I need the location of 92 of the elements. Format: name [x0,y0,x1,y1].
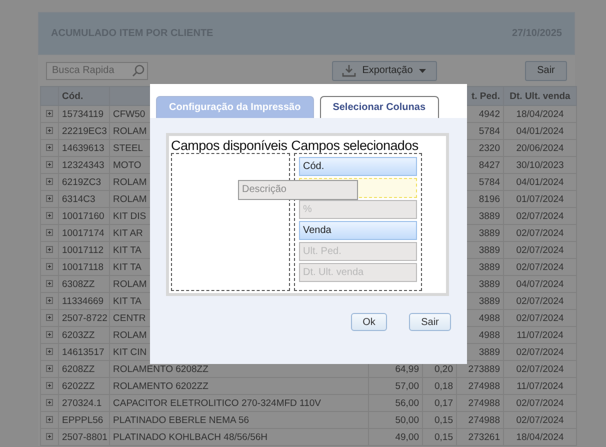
expand-icon[interactable] [46,126,53,134]
table-cell: 10017112 [58,242,110,258]
table-cell: ROLAMENTO 6202ZZ [110,378,368,394]
download-icon [342,64,356,77]
table-cell: 2507-8801 [58,428,110,446]
ok-button[interactable]: Ok [351,313,387,331]
table-cell: 274988 [456,394,504,412]
table-cell: 02/07/2024 [504,412,576,428]
expand-icon[interactable] [46,364,53,372]
table-cell: 57,00 [368,378,422,394]
table-cell: 270324.1 [58,394,110,412]
tab[interactable]: Configuração da Impressão [156,96,314,118]
table-cell: 01/07/2024 [504,190,576,208]
tab[interactable]: Selecionar Colunas [320,96,439,118]
table-cell: 10017160 [58,208,110,224]
expand-icon[interactable] [46,246,53,252]
table-cell: 0,17 [422,394,456,412]
dragged-field[interactable]: Descrição [238,180,358,200]
table-cell: 274988 [456,412,504,428]
table-cell: 02/07/2024 [504,224,576,242]
table-cell: 04/07/2024 [504,276,576,292]
table-cell: 2507-8722 [58,310,110,326]
expand-icon[interactable] [46,212,53,218]
caret-icon [418,68,426,72]
table-cell: 273261 [456,428,504,446]
table-cell: 04/01/2024 [504,174,576,190]
expand-icon[interactable] [46,178,53,184]
table-cell: 6203ZZ [58,326,110,344]
table-cell: 6208ZZ [58,360,110,378]
table-cell: 20/06/2024 [504,140,576,156]
table-cell: 12324343 [58,156,110,174]
expand-icon[interactable] [46,382,53,388]
table-cell: 02/07/2024 [504,258,576,276]
expand-icon[interactable] [46,330,53,338]
table-cell: 22219EC3 [58,122,110,140]
table-cell: 02/07/2024 [504,208,576,224]
table-cell: 02/07/2024 [504,310,576,326]
column-header[interactable]: Cód. [58,86,110,106]
table-cell: 0,18 [422,378,456,394]
expand-icon[interactable] [46,348,53,354]
table-cell: 02/07/2024 [504,292,576,310]
expand-icon[interactable] [46,228,53,236]
field-item[interactable]: Venda [299,221,417,240]
table-cell: 15734119 [58,106,110,122]
table-cell: 02/07/2024 [504,360,576,378]
table-cell: 0,15 [422,428,456,446]
table-cell: 6308ZZ [58,276,110,292]
table-cell: CAPACITOR ELETROLITICO 270-324MFD 110V [110,394,368,412]
table-cell: 18/04/2024 [504,428,576,446]
table-cell: PLATINADO EBERLE NEMA 56 [110,412,368,428]
table-cell: 02/07/2024 [504,344,576,360]
table-cell: 11/07/2024 [504,326,576,344]
table-cell: 18/04/2024 [504,106,576,122]
expand-icon[interactable] [46,160,53,168]
table-cell: 02/07/2024 [504,394,576,412]
export-button[interactable]: Exportação [332,60,436,80]
table-cell: 6314C3 [58,190,110,208]
table-cell: 04/01/2024 [504,122,576,140]
table-cell: 14613517 [58,344,110,360]
expand-icon[interactable] [46,432,53,440]
expand-icon[interactable] [46,194,53,202]
table-cell: 14639613 [58,140,110,156]
column-header[interactable]: Dt. Ult. venda [504,86,576,106]
table-cell: 56,00 [368,394,422,412]
table-cell: 11334669 [58,292,110,310]
table-cell: 11/07/2024 [504,378,576,394]
available-fields-title: Campos disponíveis [171,138,288,153]
table-cell: 0,15 [422,412,456,428]
table-cell: 10017118 [58,258,110,276]
table-cell: 49,00 [368,428,422,446]
table-cell: 6219ZC3 [58,174,110,190]
expand-icon[interactable] [46,144,53,150]
table-cell: 02/07/2024 [504,242,576,258]
table-cell: 274988 [456,378,504,394]
field-item[interactable]: Cód. [299,157,417,176]
table-cell: EPPPL56 [58,412,110,428]
exit-button[interactable]: Sair [525,60,567,80]
table-cell: PLATINADO KOHLBACH 48/56/56H [110,428,368,446]
expand-icon[interactable] [46,296,53,304]
expand-icon[interactable] [46,398,53,406]
expand-icon[interactable] [46,314,53,320]
expand-icon[interactable] [46,280,53,286]
table-cell: 30/10/2023 [504,156,576,174]
table-cell: 6202ZZ [58,378,110,394]
expand-icon[interactable] [46,110,53,116]
expand-icon[interactable] [46,262,53,270]
search-field[interactable]: Busca Rapida [46,62,148,80]
search-icon[interactable] [132,64,145,77]
expand-icon[interactable] [46,416,53,422]
table-cell: 10017174 [58,224,110,242]
exit-button[interactable]: Sair [409,313,451,331]
table-cell: 50,00 [368,412,422,428]
